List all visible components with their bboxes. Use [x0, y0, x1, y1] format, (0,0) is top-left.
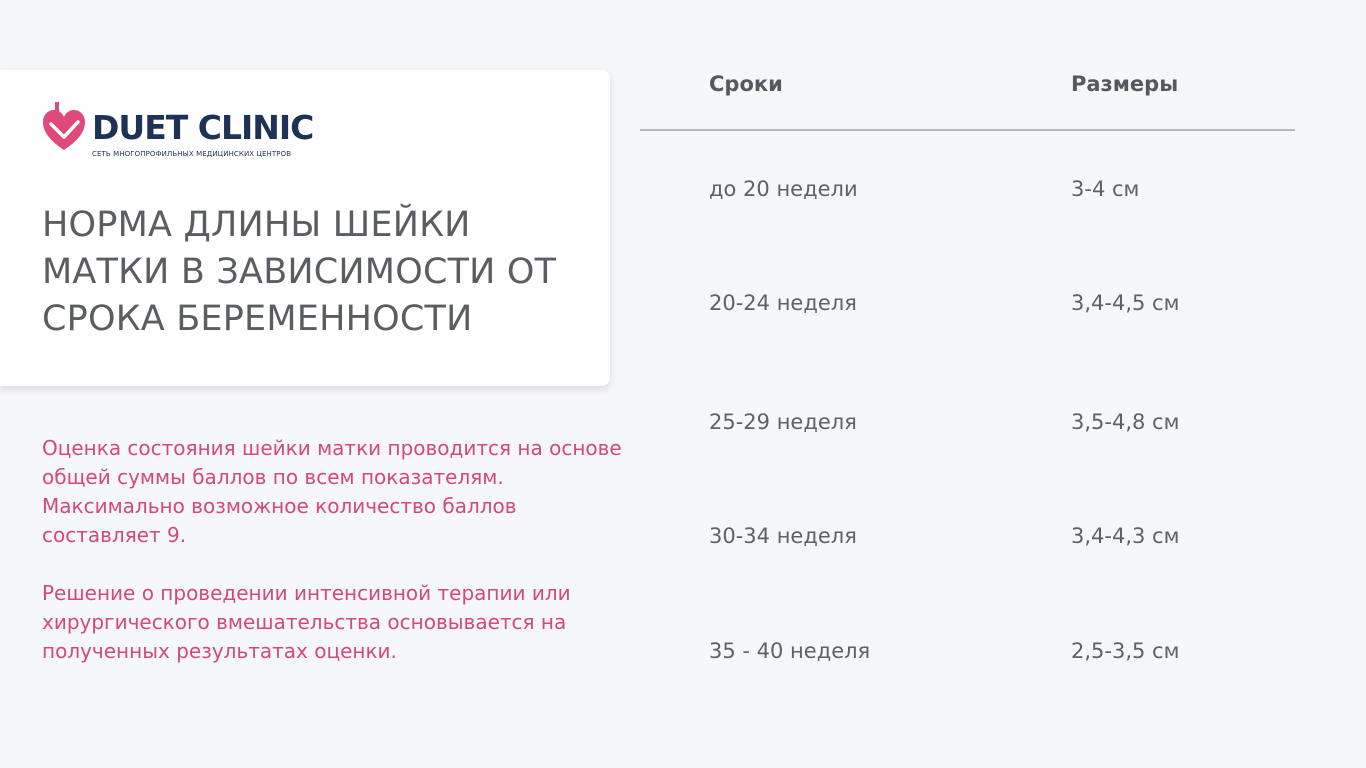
header-term: Сроки: [709, 72, 783, 96]
table-cell-term: 30-34 неделя: [709, 524, 857, 548]
title-card: DUET CLINIC СЕТЬ МНОГОПРОФИЛЬНЫХ МЕДИЦИН…: [0, 70, 610, 386]
table-cell-size: 3,4-4,3 см: [1071, 524, 1180, 548]
table-cell-term: 35 - 40 неделя: [709, 639, 871, 663]
table-cell-size: 3,4-4,5 см: [1071, 291, 1180, 315]
description: Оценка состояния шейки матки проводится …: [42, 434, 632, 695]
table-cell-size: 2,5-3,5 см: [1071, 639, 1180, 663]
description-paragraph: Оценка состояния шейки матки проводится …: [42, 436, 622, 547]
table-cell-size: 3-4 см: [1071, 177, 1140, 201]
table-cell-term: 25-29 неделя: [709, 410, 857, 434]
brand-name: DUET CLINIC: [92, 108, 314, 147]
page-title: НОРМА ДЛИНЫ ШЕЙКИ МАТКИ В ЗАВИСИМОСТИ ОТ…: [42, 205, 557, 339]
header-size: Размеры: [1071, 72, 1179, 96]
heart-logo-icon: [43, 102, 85, 150]
table-cell-size: 3,5-4,8 см: [1071, 410, 1180, 434]
table-cell-term: 20-24 неделя: [709, 291, 857, 315]
table-cell-term: до 20 недели: [709, 177, 858, 201]
header-divider: [640, 129, 1295, 131]
brand-tagline: СЕТЬ МНОГОПРОФИЛЬНЫХ МЕДИЦИНСКИХ ЦЕНТРОВ: [92, 150, 292, 158]
norms-table: Сроки Размеры до 20 недели 3-4 см 20-24 …: [640, 0, 1296, 768]
description-paragraph: Решение о проведении интенсивной терапии…: [42, 581, 571, 663]
